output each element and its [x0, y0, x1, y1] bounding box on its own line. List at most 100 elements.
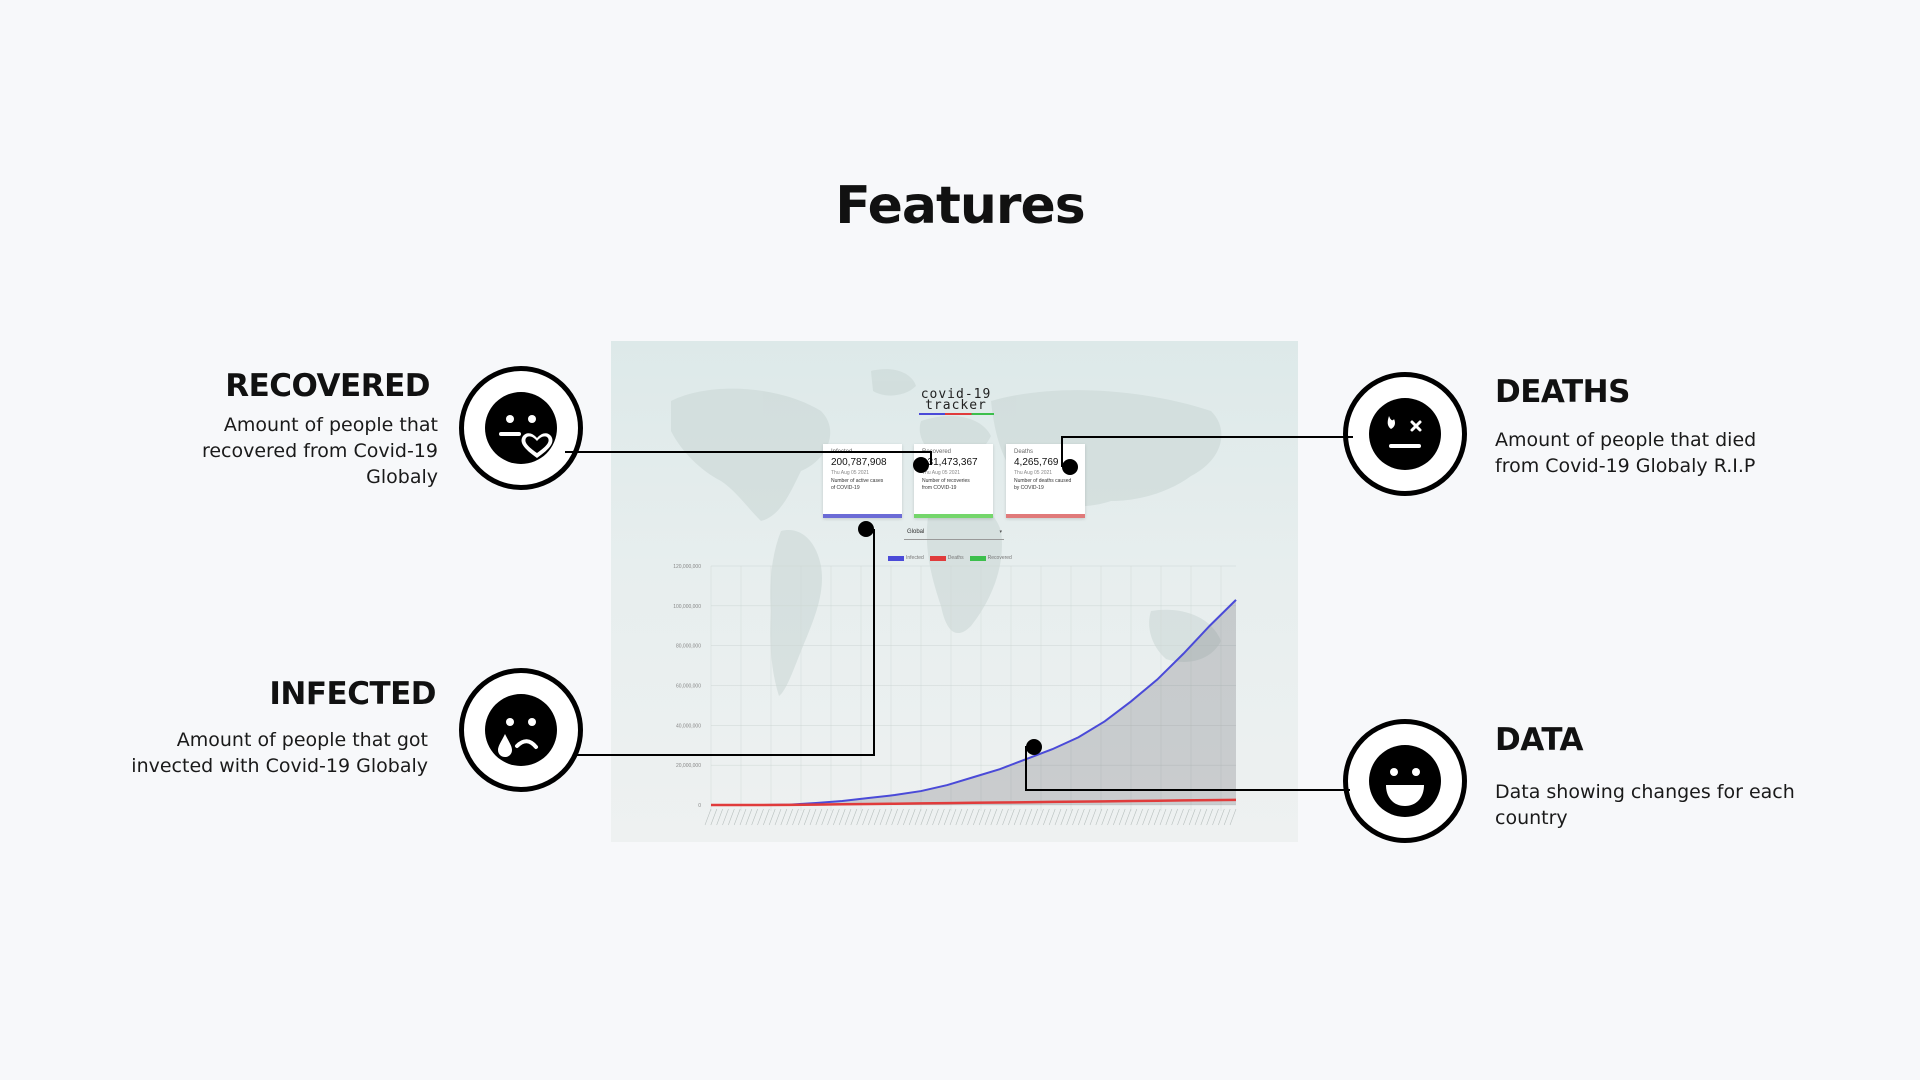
x-tick-label	[856, 808, 863, 826]
x-tick-label	[914, 808, 922, 826]
deaths-desc-line: Amount of people that died	[1495, 429, 1757, 451]
x-tick-label	[704, 808, 712, 826]
x-tick-label	[739, 808, 747, 826]
x-tick-label	[897, 808, 904, 826]
x-tick-label	[1008, 808, 1015, 826]
deaths-desc-line: from Covid-19 Globaly R.I.P	[1495, 455, 1756, 477]
x-tick-label	[833, 808, 840, 826]
y-tick-label: 100,000,000	[673, 604, 701, 610]
data-desc-line: Data showing changes for each	[1495, 781, 1795, 803]
x-tick-label	[1113, 808, 1120, 826]
x-tick-label	[1223, 808, 1231, 826]
x-tick-label	[1048, 808, 1056, 826]
recovered-desc-line: recovered from Covid-19	[201, 440, 438, 462]
x-tick-label	[786, 808, 793, 826]
x-tick-label	[1101, 808, 1108, 826]
y-tick-label: 60,000,000	[676, 684, 701, 690]
x-tick-label	[1013, 808, 1021, 826]
data-heading: DATA	[1495, 722, 1584, 758]
x-tick-label	[1043, 808, 1050, 826]
x-tick-label	[1089, 808, 1097, 826]
x-tick-label	[1165, 808, 1173, 826]
x-tick-label	[751, 808, 758, 826]
x-tick-label	[967, 808, 974, 826]
data-description: Data showing changes for each country	[1495, 779, 1855, 831]
x-tick-label	[1078, 808, 1085, 826]
x-tick-label	[1229, 808, 1237, 826]
x-tick-label	[809, 808, 817, 826]
x-tick-label	[768, 808, 776, 826]
infected-desc-line: Amount of people that got	[176, 729, 428, 751]
x-tick-label	[891, 808, 898, 826]
x-tick-label	[1194, 808, 1202, 826]
x-tick-label	[757, 808, 764, 826]
x-tick-label	[780, 808, 788, 826]
x-tick-label	[792, 808, 799, 826]
infected-heading: INFECTED	[269, 676, 436, 712]
x-tick-label	[763, 808, 770, 826]
x-tick-label	[1212, 808, 1219, 826]
x-tick-label	[1188, 808, 1196, 826]
recovered-desc-line: Amount of people that	[223, 414, 438, 436]
y-tick-label: 0	[698, 803, 701, 809]
x-tick-label	[1107, 808, 1114, 826]
x-tick-label	[838, 808, 846, 826]
x-tick-label	[1025, 808, 1033, 826]
x-tick-label	[710, 808, 718, 826]
data-badge	[1343, 719, 1467, 843]
covid-line-chart: 0 20,000,000 40,000,000 60,000,000 80,000,00…	[673, 564, 1237, 826]
x-tick-label	[815, 808, 823, 826]
x-tick-label	[920, 808, 928, 826]
x-tick-label	[1136, 808, 1143, 826]
grinning-face-icon	[1369, 745, 1441, 817]
infected-badge	[459, 668, 583, 792]
dead-face-icon	[1369, 398, 1441, 470]
x-tick-label	[1183, 808, 1190, 826]
infected-area	[711, 599, 1236, 805]
x-tick-label	[798, 808, 805, 826]
x-tick-label	[827, 808, 834, 826]
x-tick-label	[862, 808, 869, 826]
x-tick-label	[1072, 808, 1079, 826]
x-tick-label	[990, 808, 998, 826]
infected-desc-line: invected with Covid-19 Globaly	[131, 755, 428, 777]
x-tick-label	[1159, 808, 1167, 826]
x-tick-label	[1142, 808, 1149, 826]
recovered-heading: RECOVERED	[225, 368, 430, 404]
recovered-description: Amount of people that recovered from Cov…	[130, 412, 438, 490]
recovered-desc-line: Globaly	[366, 466, 438, 488]
deaths-heading: DEATHS	[1495, 374, 1630, 410]
y-tick-label: 80,000,000	[676, 644, 701, 650]
x-tick-label	[1148, 808, 1155, 826]
x-tick-label	[943, 808, 951, 826]
x-tick-label	[774, 808, 782, 826]
deaths-description: Amount of people that died from Covid-19…	[1495, 427, 1835, 479]
x-tick-label	[728, 808, 735, 826]
x-tick-label	[996, 808, 1003, 826]
x-tick-label	[722, 808, 729, 826]
x-tick-label	[850, 808, 858, 826]
y-tick-label: 120,000,000	[673, 564, 701, 570]
x-tick-label	[803, 808, 811, 826]
x-tick-label	[1002, 808, 1009, 826]
x-tick-label	[1019, 808, 1027, 826]
x-tick-label	[1218, 808, 1225, 826]
recovered-badge	[459, 366, 583, 490]
x-tick-label	[1118, 808, 1126, 826]
x-tick-label	[1124, 808, 1132, 826]
deaths-badge	[1343, 372, 1467, 496]
x-tick-label	[1177, 808, 1184, 826]
x-tick-label	[885, 808, 893, 826]
x-tick-label	[938, 808, 945, 826]
x-tick-label	[1060, 808, 1068, 826]
x-tick-label	[873, 808, 881, 826]
x-tick-label	[926, 808, 933, 826]
app-screenshot: covid-19 tracker Infected 200,787,908 Th…	[611, 341, 1298, 842]
infected-description: Amount of people that got invected with …	[100, 727, 428, 779]
x-tick-label	[908, 808, 916, 826]
x-tick-label	[868, 808, 875, 826]
x-tick-label	[1095, 808, 1103, 826]
x-tick-label	[1200, 808, 1208, 826]
x-tick-label	[1031, 808, 1038, 826]
x-tick-label	[955, 808, 963, 826]
